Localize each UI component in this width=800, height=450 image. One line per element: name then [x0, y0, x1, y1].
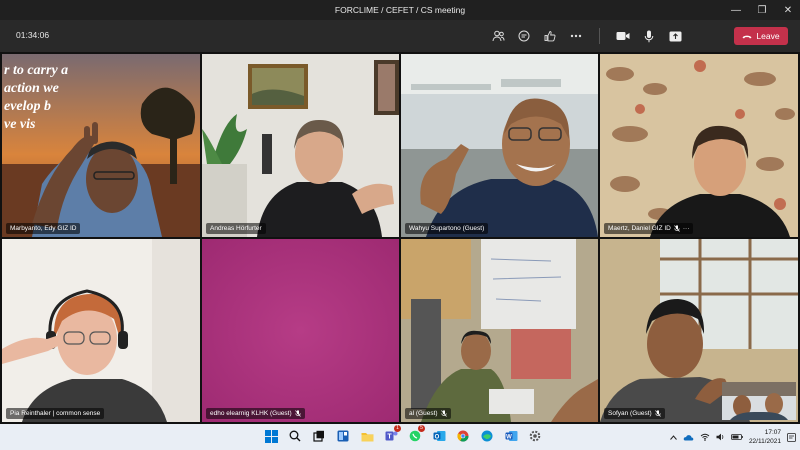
- battery-icon[interactable]: [731, 434, 743, 440]
- participant-name: Pia Reinthaler | common sense: [10, 410, 101, 417]
- more-icon[interactable]: [569, 29, 583, 43]
- whatsapp-badge: 5: [418, 425, 425, 432]
- leave-button[interactable]: Leave: [734, 27, 788, 45]
- hang-up-icon: [742, 35, 752, 38]
- maximize-button[interactable]: ❐: [756, 5, 768, 16]
- participant-name-tag: Pia Reinthaler | common sense: [6, 408, 105, 419]
- people-icon[interactable]: [491, 29, 505, 43]
- share-screen-icon[interactable]: [668, 29, 682, 43]
- video-feed-pia: [2, 239, 200, 422]
- slogan-line-2: action we: [4, 81, 59, 96]
- windows-start-icon[interactable]: [262, 427, 280, 445]
- whatsapp-icon[interactable]: 5: [406, 425, 425, 445]
- clock-date: 22/11/2021: [748, 438, 781, 445]
- volume-icon[interactable]: [716, 433, 725, 441]
- participant-name-tag: Marbyanto, Edy GIZ ID: [6, 223, 81, 234]
- participant-name: edho elearnig KLHK (Guest): [210, 410, 292, 417]
- background-slogan: r to carry a action we evelop b ve vis: [4, 62, 68, 134]
- participant-name-tag: Maertz, Daniel GIZ ID ···: [604, 223, 694, 234]
- participant-name-tag: edho elearnig KLHK (Guest): [206, 408, 305, 419]
- reactions-icon[interactable]: [543, 29, 557, 43]
- participant-name-tag: al (Guest): [405, 408, 451, 419]
- participant-name: al (Guest): [409, 410, 438, 417]
- participant-name-tag: Andreas Hörfurter: [206, 223, 266, 234]
- teams-badge: 1: [394, 425, 401, 432]
- close-button[interactable]: ✕: [782, 5, 794, 16]
- participant-tile-marbyanto[interactable]: r to carry a action we evelop b ve vis M…: [2, 54, 200, 237]
- mic-muted-icon: [440, 410, 447, 417]
- participant-tile-edho[interactable]: edho elearnig KLHK (Guest): [202, 239, 399, 422]
- video-feed-edho: [202, 239, 399, 422]
- meeting-controls: [491, 20, 682, 52]
- taskbar-apps: T 1 5 O W: [262, 425, 544, 445]
- chat-icon[interactable]: [517, 29, 531, 43]
- system-tray: 17:07 22/11/2021: [670, 424, 796, 450]
- video-feed-self-preview: [722, 382, 796, 420]
- participant-tile-al[interactable]: al (Guest): [401, 239, 598, 422]
- svg-text:O: O: [434, 434, 439, 440]
- camera-icon[interactable]: [616, 29, 630, 43]
- svg-text:T: T: [387, 434, 392, 441]
- notifications-icon[interactable]: [787, 432, 796, 442]
- mic-muted-icon: [674, 225, 680, 232]
- participant-name-tag: Wahyu Supartono (Guest): [405, 223, 489, 234]
- meeting-toolbar: 01:34:06 Leave: [0, 20, 800, 52]
- participant-name: Marbyanto, Edy GIZ ID: [10, 225, 77, 232]
- participant-name: Wahyu Supartono (Guest): [409, 225, 485, 232]
- cloud-icon[interactable]: [683, 434, 694, 441]
- video-feed-andreas: [202, 54, 399, 237]
- search-icon[interactable]: [286, 427, 304, 445]
- leave-label: Leave: [756, 31, 780, 41]
- video-feed-wahyu: [401, 54, 598, 237]
- slogan-line-4: ve vis: [4, 117, 36, 132]
- participant-name: Sofyan (Guest): [608, 410, 652, 417]
- toolbar-divider: [599, 28, 600, 44]
- clock-time: 17:07: [764, 429, 781, 436]
- mic-muted-icon: [654, 410, 661, 417]
- participant-name: Andreas Hörfurter: [210, 225, 262, 232]
- wifi-icon[interactable]: [700, 433, 710, 441]
- taskbar-clock[interactable]: 17:07 22/11/2021: [749, 428, 781, 446]
- video-grid: r to carry a action we evelop b ve vis M…: [0, 52, 800, 424]
- minimize-button[interactable]: —: [730, 5, 742, 16]
- window-controls: — ❐ ✕: [730, 0, 794, 20]
- participant-tile-wahyu[interactable]: Wahyu Supartono (Guest): [401, 54, 598, 237]
- meeting-timer: 01:34:06: [16, 30, 50, 40]
- slogan-line-3: evelop b: [4, 99, 52, 114]
- video-feed-al: [401, 239, 598, 422]
- slogan-line-1: r to carry a: [4, 63, 69, 78]
- word-icon[interactable]: W: [502, 427, 520, 445]
- settings-icon[interactable]: [526, 427, 544, 445]
- teams-icon[interactable]: T 1: [382, 425, 401, 445]
- window-title: FORCLIME / CEFET / CS meeting: [334, 5, 466, 15]
- mic-icon[interactable]: [642, 29, 656, 43]
- svg-text:W: W: [506, 434, 512, 440]
- participant-name: Maertz, Daniel GIZ ID: [608, 225, 671, 232]
- participant-tile-maertz[interactable]: Maertz, Daniel GIZ ID ···: [600, 54, 798, 237]
- participant-more-options[interactable]: ···: [683, 223, 690, 234]
- participant-tile-pia[interactable]: Pia Reinthaler | common sense: [2, 239, 200, 422]
- task-view-icon[interactable]: [310, 427, 328, 445]
- windows-taskbar: T 1 5 O W 17:07 22/11/2021: [0, 424, 800, 450]
- edge-icon[interactable]: [478, 427, 496, 445]
- widgets-icon[interactable]: [334, 427, 352, 445]
- window-titlebar: FORCLIME / CEFET / CS meeting — ❐ ✕: [0, 0, 800, 20]
- outlook-icon[interactable]: O: [430, 427, 448, 445]
- file-explorer-icon[interactable]: [358, 427, 376, 445]
- mic-muted-icon: [294, 410, 301, 417]
- chevron-up-icon[interactable]: [670, 434, 677, 440]
- chrome-icon[interactable]: [454, 427, 472, 445]
- participant-tile-andreas[interactable]: Andreas Hörfurter: [202, 54, 399, 237]
- video-feed-maertz: [600, 54, 798, 237]
- participant-name-tag: Sofyan (Guest): [604, 408, 665, 419]
- participant-tile-sofyan[interactable]: Sofyan (Guest): [600, 239, 798, 422]
